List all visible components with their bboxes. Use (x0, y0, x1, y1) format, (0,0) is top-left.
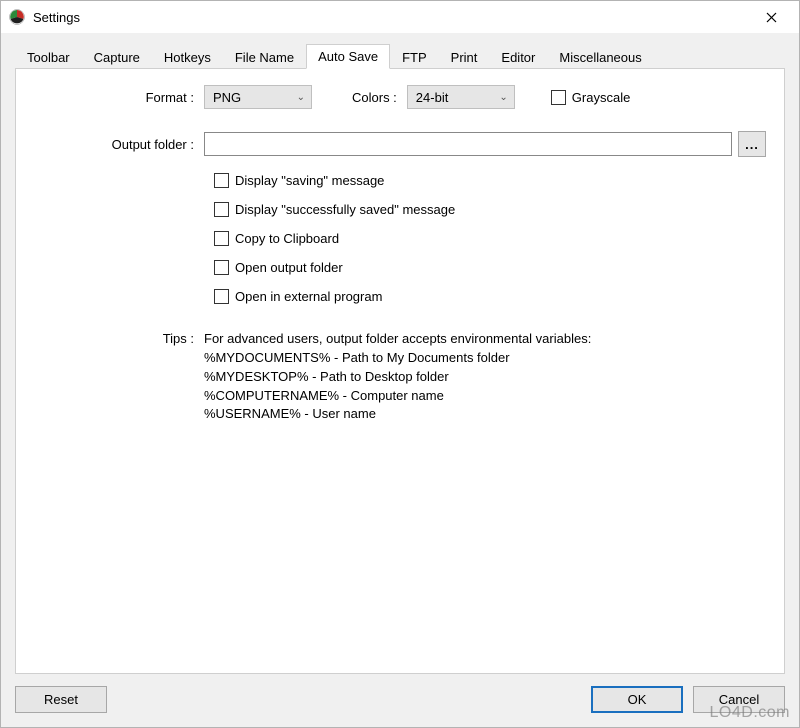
tips-line: %COMPUTERNAME% - Computer name (204, 387, 591, 406)
close-icon (766, 12, 777, 23)
content-area: Toolbar Capture Hotkeys File Name Auto S… (1, 33, 799, 727)
tab-auto-save[interactable]: Auto Save (306, 44, 390, 69)
tips-line: %MYDOCUMENTS% - Path to My Documents fol… (204, 349, 591, 368)
app-icon (9, 9, 25, 25)
window-title: Settings (33, 10, 749, 25)
settings-window: Settings Toolbar Capture Hotkeys File Na… (0, 0, 800, 728)
chevron-down-icon: ⌄ (297, 92, 305, 103)
output-folder-label: Output folder : (34, 137, 204, 152)
tips-intro: For advanced users, output folder accept… (204, 330, 591, 349)
colors-label: Colors : (352, 90, 397, 105)
tab-ftp[interactable]: FTP (390, 45, 439, 69)
open-external-checkbox[interactable]: Open in external program (214, 289, 382, 304)
checkbox-box (214, 173, 229, 188)
dialog-buttons: Reset OK Cancel (15, 686, 785, 713)
tab-toolbar[interactable]: Toolbar (15, 45, 82, 69)
copy-clipboard-checkbox[interactable]: Copy to Clipboard (214, 231, 339, 246)
tab-hotkeys[interactable]: Hotkeys (152, 45, 223, 69)
output-folder-input[interactable] (204, 132, 732, 156)
tab-print[interactable]: Print (439, 45, 490, 69)
checkbox-box (551, 90, 566, 105)
tips-line: %USERNAME% - User name (204, 405, 591, 424)
tab-miscellaneous[interactable]: Miscellaneous (547, 45, 653, 69)
grayscale-label: Grayscale (572, 90, 631, 105)
tips-block: Tips : For advanced users, output folder… (34, 330, 766, 424)
grayscale-checkbox[interactable]: Grayscale (551, 90, 631, 105)
titlebar: Settings (1, 1, 799, 33)
tab-capture[interactable]: Capture (82, 45, 152, 69)
option-label: Open output folder (235, 260, 343, 275)
tab-panel-auto-save: Format : PNG ⌄ Colors : 24-bit ⌄ Graysca… (15, 68, 785, 674)
tabstrip: Toolbar Capture Hotkeys File Name Auto S… (15, 43, 785, 68)
options-group: Display "saving" message Display "succes… (214, 173, 766, 318)
option-label: Display "saving" message (235, 173, 384, 188)
close-button[interactable] (749, 3, 793, 31)
ok-button[interactable]: OK (591, 686, 683, 713)
display-success-checkbox[interactable]: Display "successfully saved" message (214, 202, 455, 217)
tab-editor[interactable]: Editor (489, 45, 547, 69)
option-label: Display "successfully saved" message (235, 202, 455, 217)
format-label: Format : (34, 90, 204, 105)
tab-file-name[interactable]: File Name (223, 45, 306, 69)
open-folder-checkbox[interactable]: Open output folder (214, 260, 343, 275)
checkbox-box (214, 289, 229, 304)
tips-body: For advanced users, output folder accept… (204, 330, 591, 424)
format-row: Format : PNG ⌄ Colors : 24-bit ⌄ Graysca… (34, 85, 766, 109)
cancel-button[interactable]: Cancel (693, 686, 785, 713)
tips-label: Tips : (34, 330, 204, 424)
checkbox-box (214, 231, 229, 246)
colors-value: 24-bit (416, 90, 449, 105)
reset-button[interactable]: Reset (15, 686, 107, 713)
tips-line: %MYDESKTOP% - Path to Desktop folder (204, 368, 591, 387)
output-folder-row: Output folder : ... (34, 131, 766, 157)
format-select[interactable]: PNG ⌄ (204, 85, 312, 109)
colors-select[interactable]: 24-bit ⌄ (407, 85, 515, 109)
checkbox-box (214, 202, 229, 217)
browse-button[interactable]: ... (738, 131, 766, 157)
format-value: PNG (213, 90, 241, 105)
chevron-down-icon: ⌄ (499, 92, 507, 103)
option-label: Open in external program (235, 289, 382, 304)
option-label: Copy to Clipboard (235, 231, 339, 246)
checkbox-box (214, 260, 229, 275)
display-saving-checkbox[interactable]: Display "saving" message (214, 173, 384, 188)
